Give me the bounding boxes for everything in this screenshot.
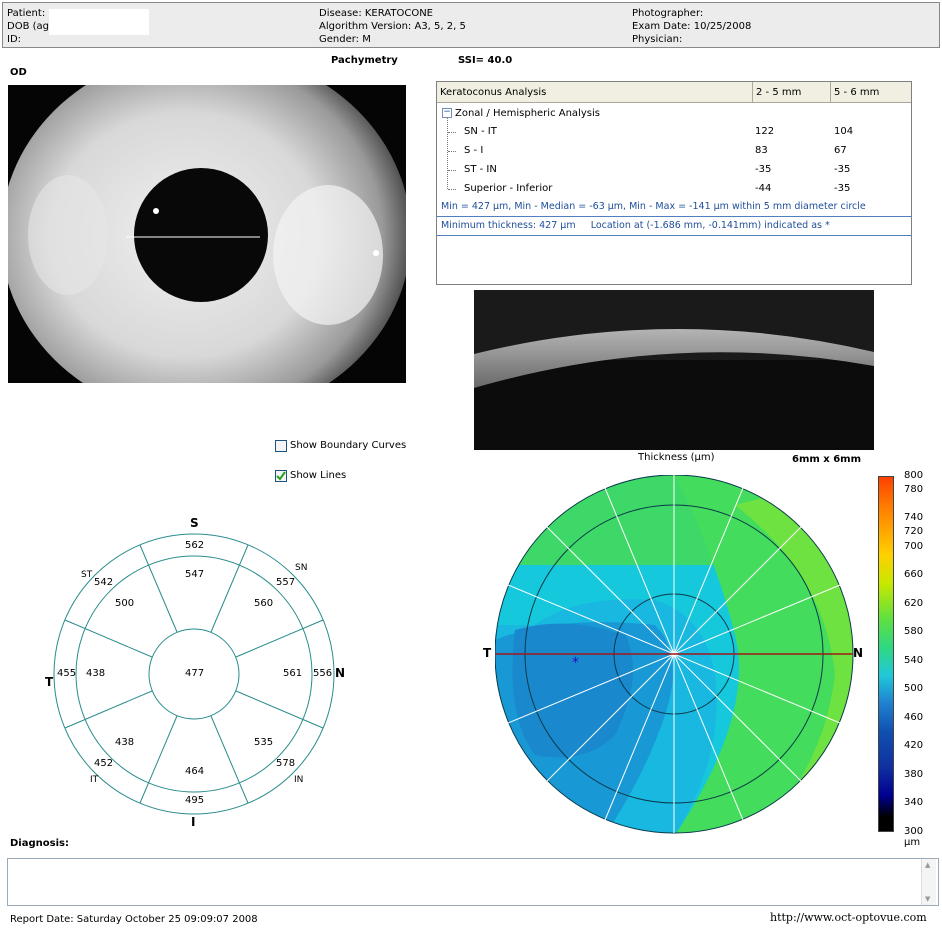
label-s: S	[190, 516, 199, 530]
sector-inner-st: 500	[115, 598, 135, 609]
sector-inner-i: 464	[185, 766, 205, 777]
scale-tick: 460	[904, 712, 924, 723]
table-row: Superior - Inferior -44 -35	[437, 179, 911, 198]
sector-inner-n: 561	[283, 668, 303, 679]
redacted-block	[49, 9, 149, 35]
scale-tick: 700	[904, 541, 924, 552]
sector-outer-n: 556	[313, 668, 333, 679]
min-thickness-marker: *	[572, 655, 579, 671]
scale-tick: 380	[904, 769, 924, 780]
group-label: Zonal / Hemispheric Analysis	[455, 108, 600, 119]
physician-field: Physician:	[632, 34, 683, 45]
footer-url[interactable]: http://www.oct-optovue.com	[770, 911, 927, 924]
page-title: Pachymetry	[331, 55, 398, 66]
scale-tick: 800	[904, 470, 924, 481]
diagnosis-textarea[interactable]: ▲ ▼	[7, 858, 939, 906]
label-in: IN	[294, 775, 304, 785]
table-row: S - I 83 67	[437, 141, 911, 160]
scale-tick: 300 µm	[904, 826, 924, 848]
show-boundary-checkbox[interactable]	[275, 440, 287, 452]
sector-center-value: 477	[185, 668, 205, 679]
id-field: ID:	[7, 34, 22, 45]
sector-inner-it: 438	[115, 737, 135, 748]
sector-outer-i: 495	[185, 795, 205, 806]
patient-info: Patient: I DOB (age ID:	[7, 7, 55, 46]
sector-inner-t: 438	[86, 668, 106, 679]
label-st: ST	[81, 570, 93, 580]
report-date: Report Date: Saturday October 25 09:09:0…	[10, 914, 258, 925]
sector-outer-it: 452	[94, 758, 114, 769]
scale-tick: 620	[904, 598, 924, 609]
col-header-analysis[interactable]: Keratoconus Analysis	[437, 82, 753, 103]
map-title: Thickness (µm)	[638, 452, 715, 463]
col-header-2-5[interactable]: 2 - 5 mm	[753, 82, 831, 103]
gender-field: Gender: M	[319, 34, 371, 45]
scale-tick: 540	[904, 655, 924, 666]
collapse-icon[interactable]: −	[442, 108, 452, 118]
sector-outer-sn: 557	[276, 577, 296, 588]
table-row: SN - IT 122 104	[437, 122, 911, 141]
patient-field: Patient: I	[7, 8, 51, 19]
label-sn: SN	[295, 563, 308, 573]
show-lines-checkbox[interactable]	[275, 470, 287, 482]
scroll-down-icon[interactable]: ▼	[925, 895, 930, 903]
diagnosis-scrollbar[interactable]: ▲ ▼	[921, 859, 936, 905]
scale-tick: 580	[904, 626, 924, 637]
dob-field: DOB (age	[7, 21, 56, 32]
label-it: IT	[90, 775, 99, 785]
sector-outer-s: 562	[185, 540, 205, 551]
map-size: 6mm x 6mm	[792, 454, 862, 465]
summary-row: Min = 427 µm, Min - Median = -63 µm, Min…	[437, 197, 911, 217]
sector-inner-in: 535	[254, 737, 274, 748]
eye-label: OD	[10, 67, 27, 78]
label-t: T	[45, 675, 54, 689]
label-n: N	[335, 666, 346, 680]
table-row: ST - IN -35 -35	[437, 160, 911, 179]
thickness-map[interactable]: *	[495, 475, 855, 835]
scale-tick: 720	[904, 526, 924, 537]
map-label-n: N	[853, 646, 864, 660]
scale-tick: 500	[904, 683, 924, 694]
min-thickness-row: Minimum thickness: 427 µm Location at (-…	[437, 216, 911, 236]
show-boundary-label: Show Boundary Curves	[290, 440, 407, 451]
sector-inner-sn: 560	[254, 598, 274, 609]
scale-tick: 660	[904, 569, 924, 580]
photographer-field: Photographer:	[632, 8, 704, 19]
ssi-value: SSI= 40.0	[458, 55, 513, 66]
report-header: Patient: I DOB (age ID: Disease: KERATOC…	[2, 2, 940, 48]
scale-tick: 340	[904, 797, 924, 808]
scroll-up-icon[interactable]: ▲	[925, 861, 930, 869]
show-lines-label: Show Lines	[290, 470, 347, 481]
scale-tick: 420	[904, 740, 924, 751]
sector-outer-t: 455	[57, 668, 77, 679]
eye-photo	[8, 85, 406, 383]
exam-meta: Photographer: Exam Date: 10/25/2008 Phys…	[632, 7, 751, 46]
check-icon	[276, 471, 286, 481]
exam-date-field: Exam Date: 10/25/2008	[632, 21, 752, 32]
diagnosis-label: Diagnosis:	[10, 838, 69, 849]
color-scale-bar	[878, 476, 894, 832]
exam-info: Disease: KERATOCONE Algorithm Version: A…	[319, 7, 466, 46]
oct-scan-image	[474, 290, 874, 450]
algorithm-field: Algorithm Version: A3, 5, 2, 5	[319, 21, 466, 32]
label-i: I	[191, 815, 196, 829]
scale-tick: 780	[904, 484, 924, 495]
sector-outer-st: 542	[94, 577, 114, 588]
keratoconus-table: Keratoconus Analysis 2 - 5 mm 5 - 6 mm −…	[436, 81, 912, 285]
disease-field: Disease: KERATOCONE	[319, 8, 433, 19]
sector-inner-s: 547	[185, 569, 205, 580]
col-header-5-6[interactable]: 5 - 6 mm	[831, 82, 911, 103]
map-label-t: T	[483, 646, 492, 660]
scale-tick: 740	[904, 512, 924, 523]
sector-outer-in: 578	[276, 758, 296, 769]
